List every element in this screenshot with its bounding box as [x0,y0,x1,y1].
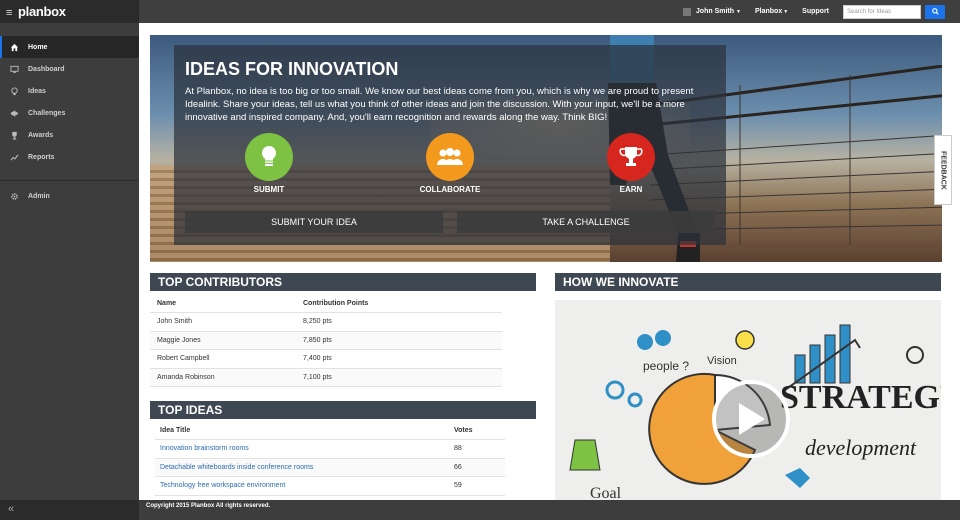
column-header-points: Contribution Points [303,300,369,307]
lightbulb-icon [262,146,276,166]
user-menu[interactable]: John Smith ▼ [682,7,741,16]
sidebar-item-dashboard[interactable]: Dashboard [0,58,139,80]
support-link[interactable]: Support [802,8,829,15]
sidebar-item-awards[interactable]: Awards [0,124,139,146]
svg-text:STRATEGY: STRATEGY [780,379,941,416]
idea-link[interactable]: Innovation brainstorm rooms [155,445,454,452]
collaborate-action-label: COLLABORATE [419,185,481,194]
sidebar-item-ideas[interactable]: Ideas [0,80,139,102]
table-row: Robert Campbell 7,400 pts [150,350,502,369]
table-row: John Smith 8,250 pts [150,313,502,332]
table-row: Detachable whiteboards inside conference… [155,458,505,477]
sidebar-nav: Home Dashboard Ideas Challenges Awards R… [0,36,139,207]
sidebar-item-challenges[interactable]: Challenges [0,102,139,124]
sidebar-item-reports[interactable]: Reports [0,146,139,168]
table-row: Technology free workspace environment 59 [155,477,505,496]
megaphone-icon [9,108,19,118]
svg-text:Goal: Goal [590,485,622,500]
top-bar: John Smith ▼ Planbox▼ Support Search for… [139,0,960,23]
innovation-video[interactable]: STRATEGY development people ? Vision Goa… [555,300,941,500]
sidebar-collapse-button[interactable]: « [0,500,139,520]
column-header-idea-title: Idea Title [160,427,191,434]
search-button[interactable] [925,4,945,19]
play-icon [739,403,765,435]
sidebar-item-home[interactable]: Home [0,36,139,58]
submit-action-label: SUBMIT [253,185,285,194]
earn-action-button[interactable] [607,133,655,181]
table-row: Innovation brainstorm rooms 88 [155,440,505,459]
table-header-row: Name Contribution Points [150,295,502,313]
hero-title: IDEAS FOR INNOVATION [185,59,399,79]
trophy-icon [9,130,19,140]
top-contributors-table: Name Contribution Points John Smith 8,250… [150,295,502,387]
planbox-menu[interactable]: Planbox▼ [755,8,788,15]
idea-link[interactable]: Technology free workspace environment [155,482,454,489]
people-icon [437,148,463,165]
avatar [682,7,691,16]
logo[interactable]: ≡ planbox [0,0,139,23]
caret-down-icon: ▼ [783,9,789,15]
hero-banner: IDEAS FOR INNOVATION At Planbox, no idea… [150,35,942,262]
sidebar-divider [0,180,139,181]
lightbulb-icon [9,86,19,96]
trophy-icon [619,147,643,166]
search-icon [931,8,939,15]
svg-text:development: development [805,435,917,460]
collaborate-action-button[interactable] [426,133,474,181]
top-contributors-header: TOP CONTRIBUTORS [150,273,536,291]
sidebar-item-admin[interactable]: Admin [0,185,139,207]
table-row: Maggie Jones 7,850 pts [150,331,502,350]
top-ideas-table: Idea Title Votes Innovation brainstorm r… [155,422,505,496]
hero-description: At Planbox, no idea is too big or too sm… [185,86,694,123]
footer: Copyright 2015 Planbox All rights reserv… [139,500,960,520]
submit-idea-button[interactable]: SUBMIT YOUR IDEA [185,211,443,233]
svg-text:Vision: Vision [707,355,737,367]
gear-icon [9,191,19,201]
sidebar: ≡ planbox Home Dashboard Ideas Challenges… [0,0,139,520]
chevron-double-left-icon: « [8,503,15,515]
column-header-name: Name [157,300,177,307]
monitor-icon [9,64,19,74]
column-header-votes: Votes [454,427,473,434]
table-row: Amanda Robinson 7,100 pts [150,368,502,387]
home-icon [9,42,19,52]
main-content: IDEAS FOR INNOVATION At Planbox, no idea… [139,23,960,500]
chart-icon [9,152,19,162]
svg-text:people ?: people ? [643,359,689,373]
how-we-innovate-header: HOW WE INNOVATE [555,273,941,291]
earn-action-label: EARN [619,185,643,194]
idea-link[interactable]: Detachable whiteboards inside conference… [155,464,454,471]
feedback-tab[interactable]: FEEDBACK [934,135,952,205]
search-input[interactable]: Search for Ideas [843,4,921,19]
table-header-row: Idea Title Votes [155,422,505,440]
top-ideas-header: TOP IDEAS [150,401,536,419]
submit-action-button[interactable] [245,133,293,181]
play-button[interactable] [712,380,790,458]
caret-down-icon: ▼ [736,8,741,15]
take-challenge-button[interactable]: TAKE A CHALLENGE [457,211,715,233]
